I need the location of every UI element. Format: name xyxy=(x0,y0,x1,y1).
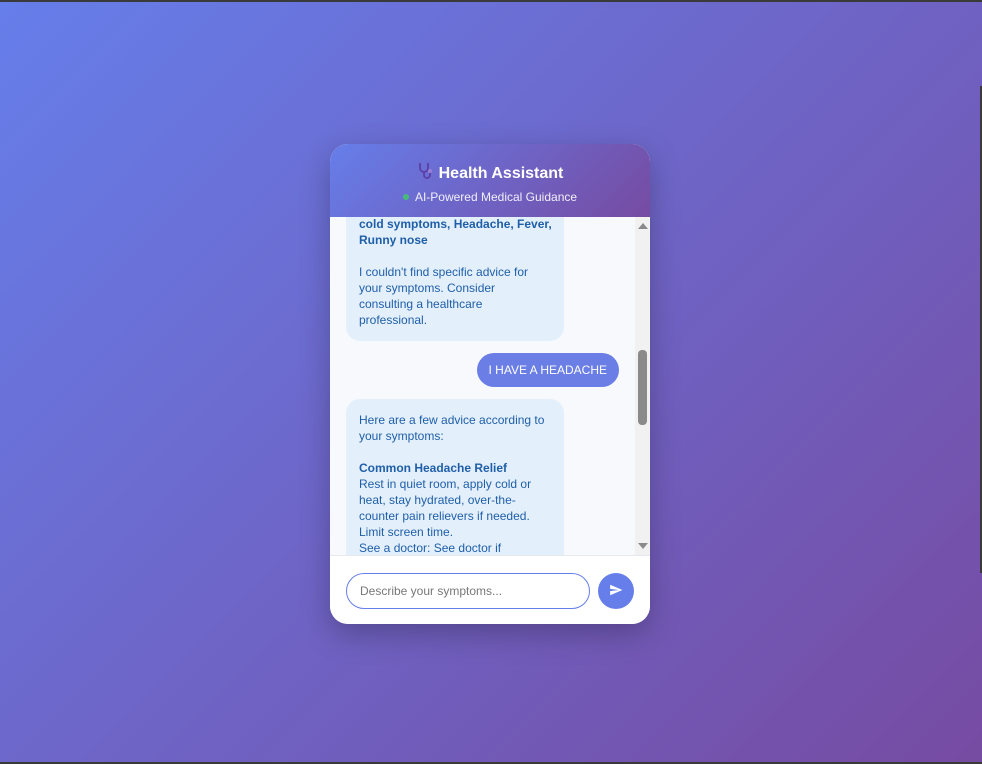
input-area xyxy=(330,555,650,624)
bot-message-heading: Common Headache Relief xyxy=(359,461,508,475)
message-list[interactable]: cold symptoms, Headache, Fever, Runny no… xyxy=(330,217,650,555)
bot-message-text: I couldn't find specific advice for your… xyxy=(359,265,529,327)
scroll-thumb[interactable] xyxy=(638,350,647,425)
bot-message: Here are a few advice according to your … xyxy=(346,399,564,555)
scroll-up-arrow-icon[interactable] xyxy=(638,223,648,229)
bot-message-body: Rest in quiet room, apply cold or heat, … xyxy=(359,477,532,539)
bot-message-doctor: See a doctor: See doctor if headaches be… xyxy=(359,541,502,555)
send-button[interactable] xyxy=(598,573,634,609)
online-status-dot xyxy=(402,194,409,200)
chat-widget: Health Assistant AI-Powered Medical Guid… xyxy=(330,144,650,624)
scroll-down-arrow-icon[interactable] xyxy=(638,543,648,549)
bot-message-symptoms: cold symptoms, Headache, Fever, Runny no… xyxy=(359,217,552,247)
title-row: Health Assistant xyxy=(330,162,650,185)
window-top-border xyxy=(0,0,982,2)
user-message: I HAVE A HEADACHE xyxy=(476,353,619,387)
message-list-content: cold symptoms, Headache, Fever, Runny no… xyxy=(330,217,635,555)
scrollbar[interactable] xyxy=(635,217,650,555)
stethoscope-icon xyxy=(417,162,433,185)
header-title: Health Assistant xyxy=(438,164,564,182)
header-subtitle: AI-Powered Medical Guidance xyxy=(414,190,578,204)
symptom-input[interactable] xyxy=(346,573,590,609)
bot-message: cold symptoms, Headache, Fever, Runny no… xyxy=(346,217,564,341)
chat-header: Health Assistant AI-Powered Medical Guid… xyxy=(330,144,650,217)
send-icon xyxy=(609,583,623,600)
bot-message-intro: Here are a few advice according to your … xyxy=(359,413,545,443)
subtitle-row: AI-Powered Medical Guidance xyxy=(330,190,650,204)
user-message-row: I HAVE A HEADACHE xyxy=(330,353,619,387)
